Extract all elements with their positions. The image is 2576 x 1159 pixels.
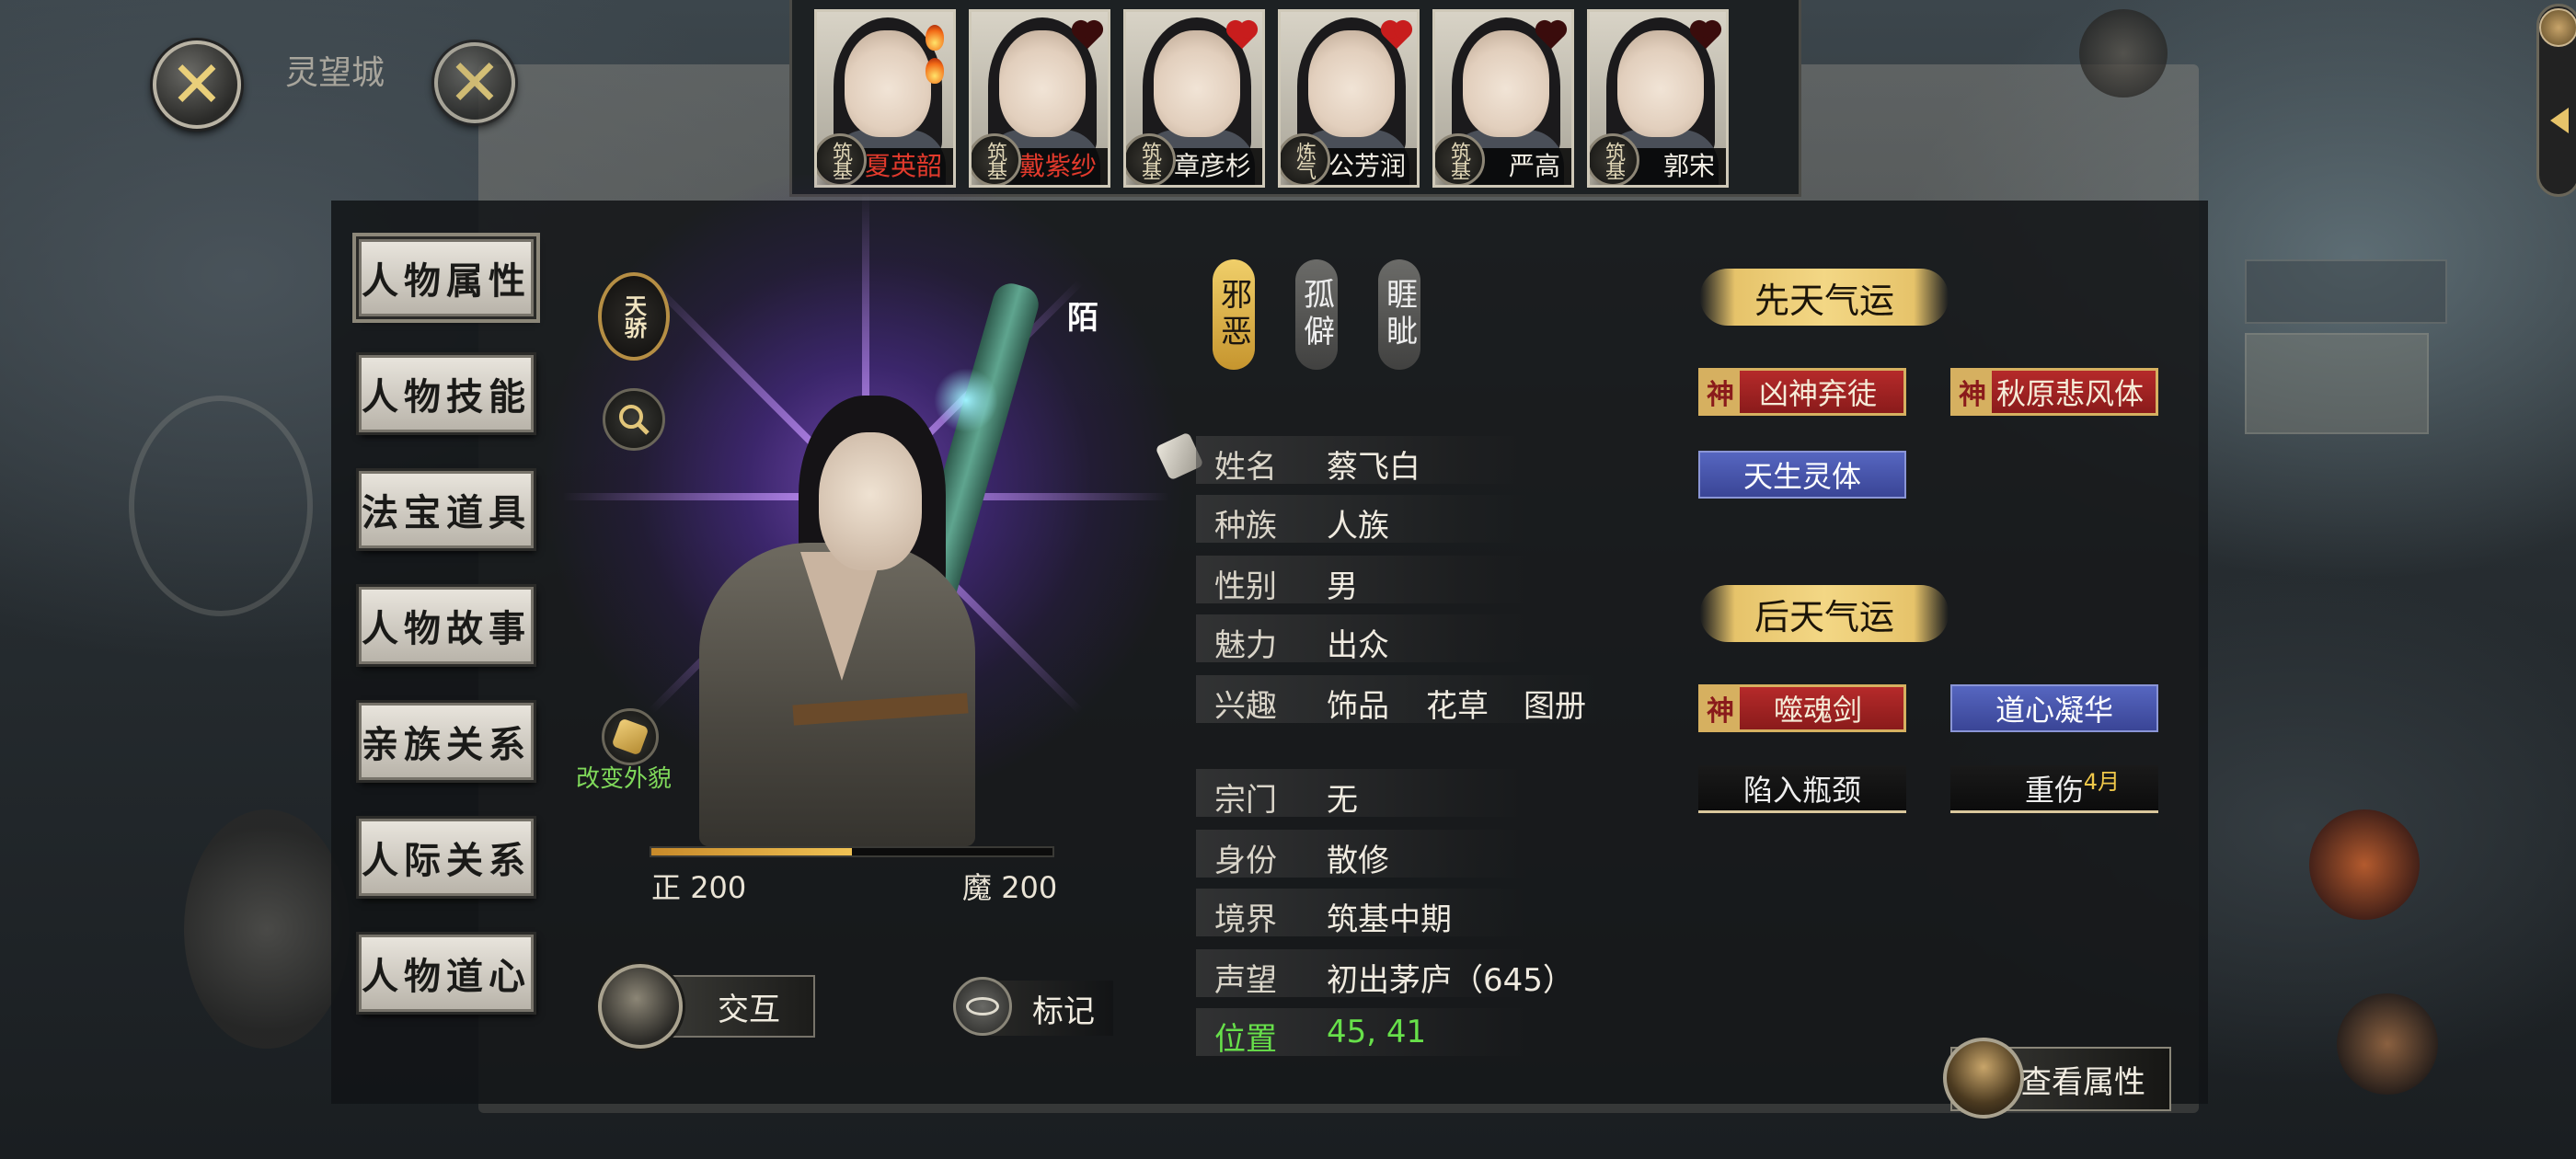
demonic-stat: 魔 200 — [962, 870, 1058, 905]
info-row-charm: 魅力 出众 — [1196, 614, 1527, 664]
npc-card[interactable]: 夏英韶 筑基 — [814, 9, 956, 188]
duration-label: 4月 — [2083, 769, 2120, 795]
background-task-tab — [2245, 259, 2447, 324]
info-row-race: 种族 人族 — [1196, 495, 1527, 545]
divine-mark-icon: 神 — [1701, 371, 1740, 413]
info-row-realm: 境界 筑基中期 — [1196, 889, 1527, 938]
background-compass — [129, 396, 313, 616]
character-face — [819, 432, 922, 570]
close-x-icon: ✕ — [169, 47, 224, 122]
close-x-icon: ✕ — [447, 45, 502, 120]
luck-tag-label: 重伤 — [2024, 772, 2084, 808]
divine-mark-icon: 神 — [1953, 371, 1992, 413]
npc-card[interactable]: 公芳润 炼气 — [1278, 9, 1420, 188]
change-appearance-label: 改变外貌 — [576, 765, 673, 793]
change-appearance-button[interactable] — [602, 708, 659, 765]
info-row-identity: 身份 散修 — [1196, 830, 1527, 879]
luck-tag[interactable]: 神凶神弃徒 — [1698, 368, 1906, 416]
divine-mark-icon: 神 — [1701, 687, 1740, 729]
tianjiao-badge[interactable]: 天骄 — [598, 272, 670, 361]
sword-glow — [934, 368, 998, 432]
menu-tab[interactable]: 亲族关系 — [359, 703, 534, 780]
background-gear — [2079, 9, 2168, 98]
npc-face — [1463, 30, 1549, 137]
info-row-sect: 宗门无 — [1196, 769, 1527, 819]
npc-card[interactable]: 严高 筑基 — [1432, 9, 1574, 188]
righteous-stat: 正 200 — [651, 870, 747, 905]
npc-rank-badge: 筑基 — [1435, 133, 1485, 185]
arrow-left-icon — [2550, 108, 2569, 133]
background-letter-button — [2337, 993, 2438, 1095]
alignment-bar — [650, 846, 1054, 857]
close-button[interactable]: ✕ — [153, 40, 241, 129]
hobby-item: 花草 — [1426, 688, 1489, 725]
acquired-luck-title: 后天气运 — [1700, 585, 1949, 642]
info-row-hobby: 兴趣 饰品 花草 图册 — [1196, 675, 1601, 725]
npc-face — [999, 30, 1086, 137]
luck-tag[interactable]: 神噬魂剑 — [1698, 684, 1906, 732]
info-row-position[interactable]: 位置 45, 41 — [1196, 1008, 1527, 1058]
strip-scroll-button[interactable] — [2536, 4, 2576, 197]
alignment-bar-fill — [651, 848, 852, 855]
menu-tab[interactable]: 人物故事 — [359, 587, 534, 664]
top-location-label: 灵望城 — [285, 54, 385, 92]
flame-icon — [926, 58, 944, 84]
npc-portrait-strip: 夏英韶 筑基 戴紫纱 筑基 章彦杉 筑基 公芳润 炼气 严高 筑基 郭宋 筑基 — [789, 0, 2576, 197]
info-row-reputation: 声望 初出茅庐（645） — [1196, 949, 1574, 999]
background-fire-orb — [2309, 809, 2420, 920]
hobby-item: 饰品 — [1327, 688, 1389, 725]
trait-tag[interactable]: 孤僻 — [1295, 259, 1338, 370]
trait-tag[interactable]: 邪恶 — [1213, 259, 1255, 370]
trait-tag[interactable]: 睚眦 — [1378, 259, 1420, 370]
background-avatar — [184, 809, 350, 1049]
menu-tab[interactable]: 人物技能 — [359, 355, 534, 432]
info-row-gender: 性别男 — [1196, 556, 1527, 605]
inspect-button[interactable] — [603, 388, 665, 451]
relation-label: 陌 — [1067, 300, 1098, 337]
hobby-item: 图册 — [1524, 688, 1586, 725]
luck-tag[interactable]: 天生灵体 — [1698, 451, 1906, 499]
interact-hand-icon[interactable] — [598, 964, 683, 1049]
menu-tab[interactable]: 人物属性 — [359, 239, 534, 316]
npc-face — [1617, 30, 1704, 137]
npc-card[interactable]: 章彦杉 筑基 — [1123, 9, 1265, 188]
luck-tag[interactable]: 陷入瓶颈 — [1698, 765, 1906, 813]
luck-tag-label: 噬魂剑 — [1773, 693, 1862, 728]
interact-label: 交互 — [718, 991, 780, 1028]
secondary-close-button[interactable]: ✕ — [434, 42, 515, 123]
luck-tag-label: 秋原悲风体 — [1995, 376, 2144, 411]
luck-tag-label: 陷入瓶颈 — [1742, 772, 1861, 808]
info-row-name: 姓名 蔡飞白 — [1196, 436, 1527, 486]
npc-face — [1154, 30, 1240, 137]
view-attributes-label: 查看属性 — [2020, 1063, 2145, 1101]
magnifier-icon — [619, 405, 650, 435]
innate-luck-title: 先天气运 — [1700, 269, 1949, 326]
npc-face — [1308, 30, 1395, 137]
npc-rank-badge: 筑基 — [1590, 133, 1639, 185]
npc-card[interactable]: 戴紫纱 筑基 — [969, 9, 1110, 188]
background-task-box — [2245, 333, 2429, 434]
npc-card[interactable]: 郭宋 筑基 — [1587, 9, 1729, 188]
luck-tag-label: 天生灵体 — [1742, 459, 1861, 494]
menu-tab[interactable]: 人际关系 — [359, 819, 534, 896]
menu-tab[interactable]: 人物道心 — [359, 935, 534, 1012]
badge-text: 天骄 — [620, 294, 648, 339]
group-icon — [2539, 8, 2576, 47]
eye-icon[interactable] — [953, 977, 1012, 1036]
luck-tag[interactable]: 道心凝华 — [1950, 684, 2158, 732]
luck-tag[interactable]: 神秋原悲风体 — [1950, 368, 2158, 416]
mark-label: 标记 — [1032, 993, 1095, 1030]
npc-face — [845, 30, 931, 137]
luck-tag[interactable]: 重伤 4月 — [1950, 765, 2158, 813]
luck-tag-label: 凶神弃徒 — [1758, 376, 1877, 411]
luck-tag-label: 道心凝华 — [1995, 693, 2113, 728]
meditating-figure-icon — [1943, 1038, 2024, 1119]
flame-icon — [926, 25, 944, 51]
npc-rank-badge: 炼气 — [1281, 133, 1330, 185]
menu-tab[interactable]: 法宝道具 — [359, 471, 534, 548]
dice-icon — [611, 717, 650, 756]
